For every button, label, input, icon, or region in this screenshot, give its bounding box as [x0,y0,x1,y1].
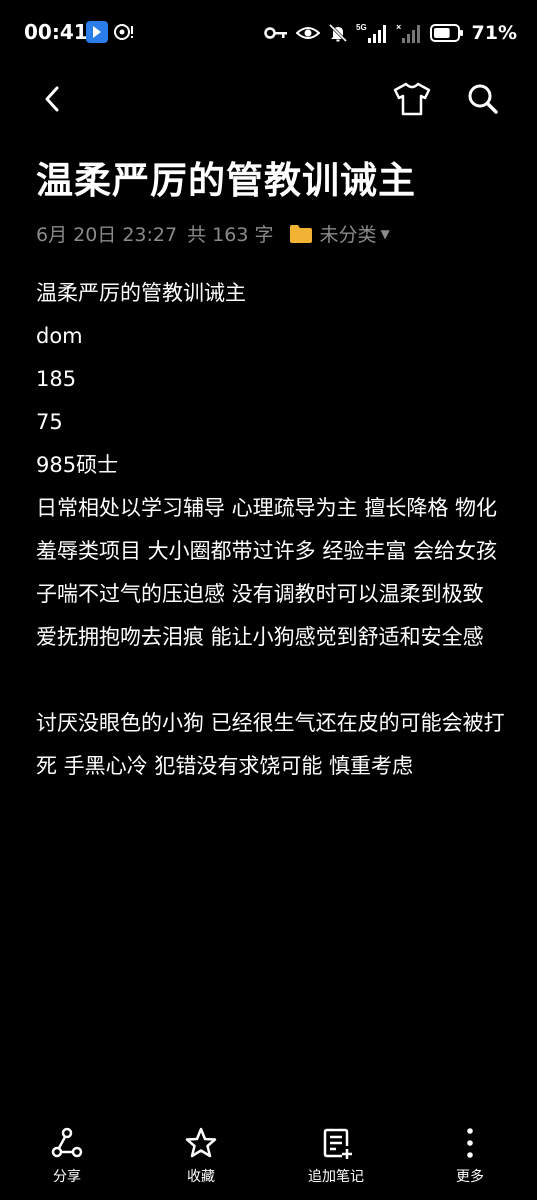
status-time: 00:41 [24,20,88,44]
more-label: 更多 [456,1169,484,1185]
share-icon [51,1127,83,1158]
folder-label: 未分类 [319,224,377,246]
note-date: 6月 20日 23:27 [36,224,178,246]
star-icon [185,1127,217,1158]
key-icon [263,27,287,39]
status-bar: 00:41 5G × 71% [0,0,537,68]
svg-text:5G: 5G [356,23,367,32]
more-vertical-icon [467,1128,473,1158]
tshirt-icon [393,82,431,116]
share-button[interactable]: 分享 [17,1126,117,1186]
mute-bell-icon [328,23,347,43]
top-bar [0,68,537,130]
eye-icon [295,27,320,39]
note-paragraph: dom [36,324,83,348]
location-notification-icon [113,21,135,47]
note-paragraph: 75 [36,410,63,434]
favorite-button[interactable]: 收藏 [151,1126,251,1186]
battery-icon [429,24,463,42]
signal-sim2-icon: × [396,22,420,43]
app-notification-icon [86,21,108,43]
search-button[interactable] [463,80,503,118]
note-paragraph: 185 [36,367,77,391]
folder-selector[interactable]: 未分类 ▼ [273,220,390,247]
more-button[interactable]: 更多 [420,1126,520,1186]
back-button[interactable] [36,82,70,116]
signal-5g-icon: 5G [356,23,386,43]
bottom-toolbar: 分享 收藏 追加笔记 更多 [0,1118,537,1200]
favorite-label: 收藏 [187,1169,215,1185]
chevron-left-icon [45,86,59,112]
share-label: 分享 [53,1169,81,1185]
note-paragraph: 985硕士 [36,453,119,477]
theme-button[interactable] [392,80,432,118]
note-paragraph: 讨厌没眼色的小狗 已经很生气还在皮的可能会被打死 手黑心冷 犯错没有求饶可能 慎… [36,711,505,778]
note-paragraph: 日常相处以学习辅导 心理疏导为主 擅长降格 物化 羞辱类项目 大小圈都带过许多 … [36,496,498,649]
note-paragraph: 温柔严厉的管教训诫主 [36,281,246,305]
add-note-label: 追加笔记 [308,1169,364,1185]
note-word-count: 共 163 字 [187,224,274,246]
add-note-button[interactable]: 追加笔记 [286,1126,386,1186]
add-note-icon [323,1128,352,1159]
caret-down-icon: ▼ [380,226,390,241]
svg-text:×: × [396,22,401,32]
folder-icon [290,224,313,243]
note-meta: 6月 20日 23:27 共 163 字 未分类 ▼ [36,220,390,247]
battery-percent: 71% [471,22,517,44]
note-body[interactable]: 温柔严厉的管教训诫主 dom 185 75 985硕士日常相处以学习辅导 心理疏导为主 … [36,272,506,788]
note-title[interactable]: 温柔严厉的管教训诫主 [36,150,416,204]
status-icons: 5G × 71% [263,20,517,46]
search-icon [468,84,498,114]
